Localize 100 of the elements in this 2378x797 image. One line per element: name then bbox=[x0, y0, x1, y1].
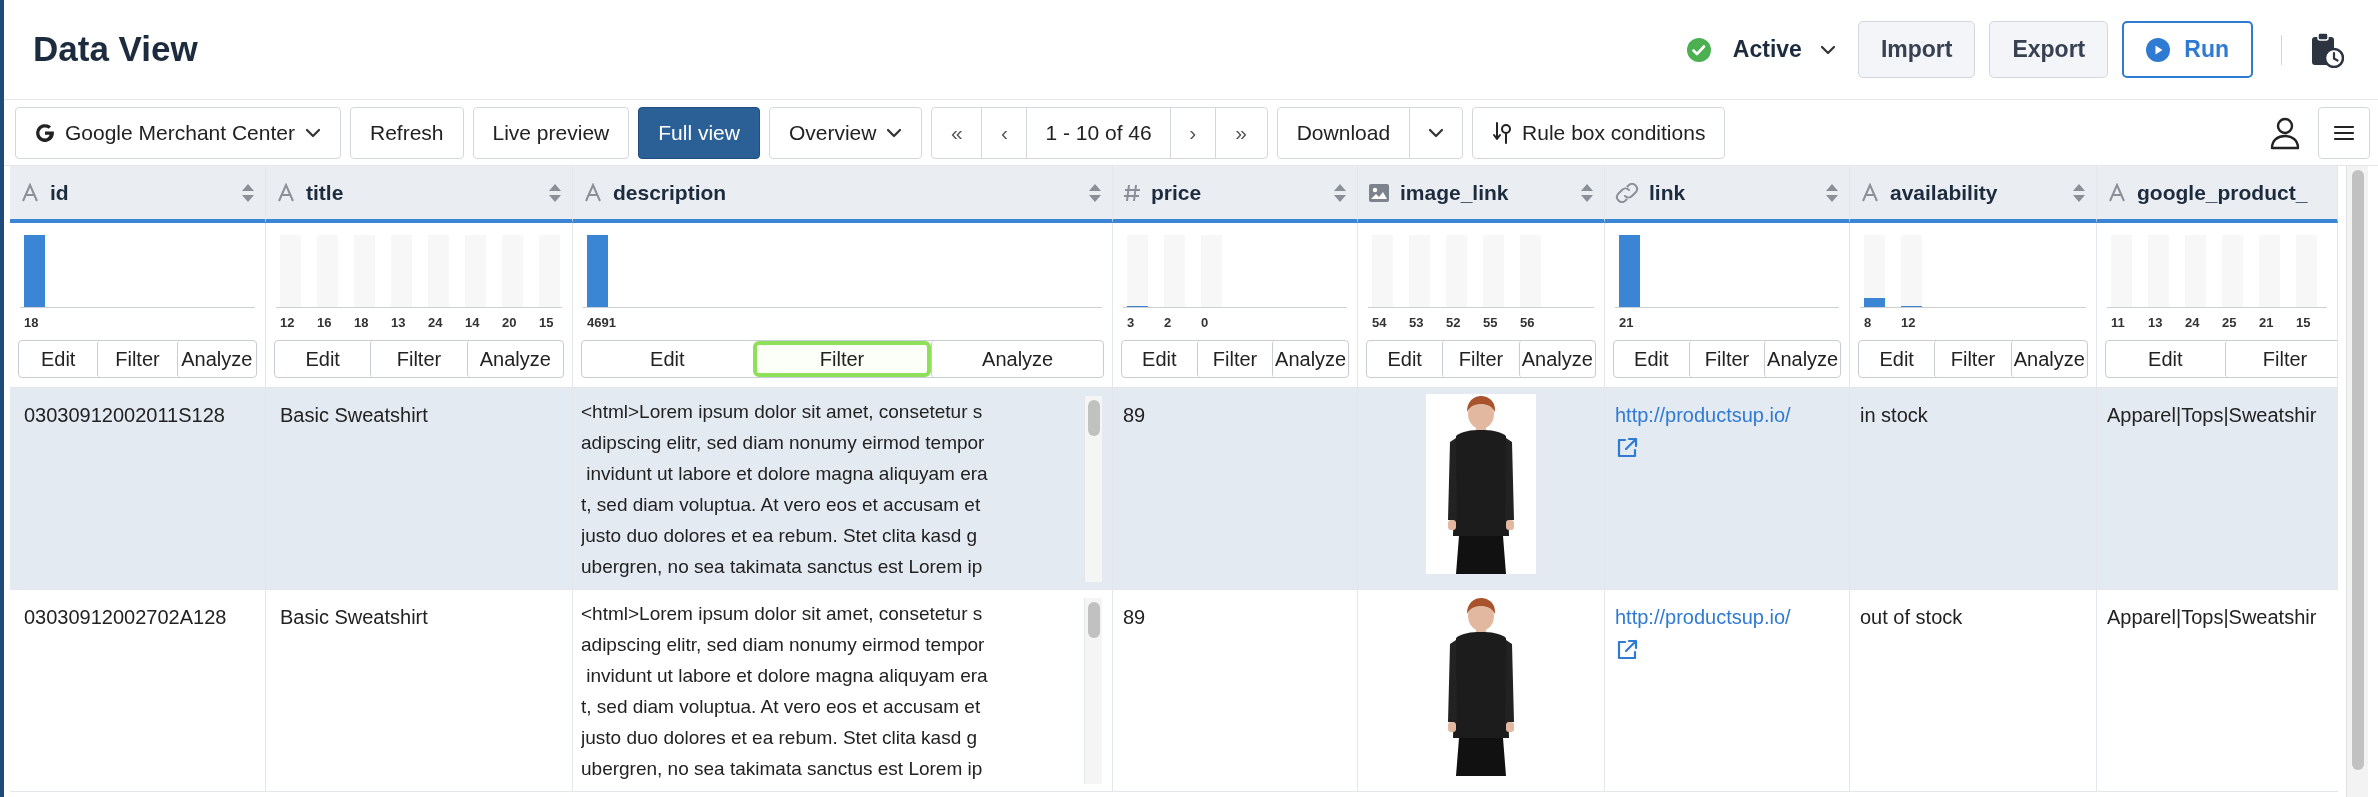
histogram-label: 11 bbox=[2111, 314, 2125, 331]
column-action-button[interactable]: Edit bbox=[1614, 341, 1689, 377]
view-mode-dropdown[interactable]: Overview bbox=[768, 106, 923, 159]
histogram-label: 14 bbox=[465, 314, 480, 331]
histogram-label: 2 bbox=[1164, 314, 1172, 331]
histogram-label: 24 bbox=[2185, 314, 2200, 331]
column-header[interactable]: description bbox=[613, 176, 727, 209]
caret-icon bbox=[886, 127, 903, 138]
histogram-label: 25 bbox=[2222, 314, 2237, 331]
rule-icon bbox=[1492, 120, 1513, 145]
table-cell: in stock bbox=[1860, 404, 1928, 426]
menu-button[interactable] bbox=[2318, 106, 2370, 159]
table-cell: Apparel|Tops|Sweatshir bbox=[2107, 404, 2317, 426]
column-action-button[interactable]: Analyze bbox=[176, 341, 256, 377]
histogram-label: 18 bbox=[24, 314, 39, 331]
histogram-label: 55 bbox=[1483, 314, 1498, 331]
column-action-button[interactable]: Filter bbox=[1934, 341, 2011, 377]
view-button[interactable]: Refresh bbox=[349, 106, 464, 159]
rule-conditions-button[interactable]: Rule box conditions bbox=[1472, 106, 1726, 159]
histogram-label: 18 bbox=[354, 314, 369, 331]
histogram-label: 13 bbox=[391, 314, 406, 331]
histogram-label: 12 bbox=[280, 314, 295, 331]
view-button[interactable]: Full view bbox=[638, 106, 760, 159]
column-action-button[interactable]: Filter bbox=[97, 341, 177, 377]
histogram-label: 16 bbox=[317, 314, 332, 331]
column-action-button[interactable]: Analyze bbox=[2010, 341, 2087, 377]
column-action-button[interactable]: Filter bbox=[752, 341, 932, 377]
histogram-label: 4691 bbox=[587, 314, 616, 331]
text-type-icon bbox=[1860, 182, 1880, 203]
column-header[interactable]: availability bbox=[1890, 176, 1998, 209]
header-button[interactable]: Import bbox=[1857, 21, 1976, 78]
column-action-button[interactable]: Edit bbox=[1122, 341, 1197, 377]
column-action-button[interactable]: Filter bbox=[370, 341, 467, 377]
histogram-label: 15 bbox=[539, 314, 554, 331]
column-action-button[interactable]: Filter bbox=[1196, 341, 1273, 377]
next-page-button[interactable]: › bbox=[1169, 107, 1215, 158]
column-action-button[interactable]: Edit bbox=[275, 341, 371, 377]
cell-scrollbar[interactable] bbox=[1084, 598, 1102, 784]
column-action-button[interactable]: Filter bbox=[2224, 341, 2337, 377]
hash-icon bbox=[1123, 182, 1141, 203]
text-type-icon bbox=[20, 182, 40, 203]
column-action-button[interactable]: Analyze bbox=[1272, 341, 1348, 377]
url-link[interactable]: http://productsup.io/ bbox=[1615, 602, 1839, 632]
text-type-icon bbox=[276, 182, 296, 203]
menu-icon bbox=[2333, 123, 2355, 142]
caret-icon bbox=[304, 127, 321, 138]
column-header[interactable]: google_product_ bbox=[2137, 176, 2308, 209]
scrollbar[interactable] bbox=[2346, 166, 2368, 797]
table-cell: 03030912002011S128 bbox=[24, 404, 225, 426]
column-header[interactable]: image_link bbox=[1400, 176, 1509, 209]
column-action-button[interactable]: Analyze bbox=[1764, 341, 1840, 377]
download-split-button[interactable]: Download bbox=[1276, 106, 1464, 159]
column-header[interactable]: title bbox=[306, 176, 344, 209]
page-title: Data View bbox=[33, 28, 198, 71]
url-link[interactable]: http://productsup.io/ bbox=[1615, 400, 1839, 430]
column-action-button[interactable]: Edit bbox=[1859, 341, 1935, 377]
table-cell: 03030912002702A128 bbox=[24, 606, 227, 628]
last-page-button[interactable]: » bbox=[1214, 107, 1267, 158]
text-type-icon bbox=[2107, 182, 2127, 203]
histogram-label: 3 bbox=[1127, 314, 1135, 331]
table-cell: Basic Sweatshirt bbox=[280, 404, 428, 426]
description-text: <html>Lorem ipsum dolor sit amet, consetetur s adipscing elitr, sed diam nonumy eirmod tempor invidunt ut labore et dolore magna aliquyam era t, sed diam voluptua. At vero eos et accusam et justo duo dolores et ea rebum. Stet clita kasd g ubergren, no sea takimata sanctus est Lorem ip bbox=[581, 400, 989, 579]
histogram-label: 12 bbox=[1901, 314, 1916, 331]
histogram-label: 21 bbox=[2259, 314, 2274, 331]
clipboard-clock-icon[interactable] bbox=[2310, 31, 2344, 68]
column-header[interactable]: price bbox=[1151, 176, 1202, 209]
google-g-icon bbox=[35, 122, 55, 143]
column-action-button[interactable]: Edit bbox=[1367, 341, 1443, 377]
column-action-button[interactable]: Analyze bbox=[1518, 341, 1595, 377]
user-icon[interactable] bbox=[2269, 115, 2301, 150]
status-dropdown[interactable]: Active bbox=[1732, 32, 1836, 67]
column-header[interactable]: id bbox=[50, 176, 69, 209]
view-button[interactable]: Live preview bbox=[472, 106, 630, 159]
table-cell: 89 bbox=[1123, 404, 1146, 426]
page-range: 1 - 10 of 46 bbox=[1026, 107, 1170, 158]
histogram-label: 24 bbox=[428, 314, 443, 331]
run-button[interactable]: Run bbox=[2122, 21, 2253, 78]
previous-page-button[interactable]: ‹ bbox=[981, 107, 1027, 158]
first-page-button[interactable]: « bbox=[932, 107, 982, 158]
table-cell: Apparel|Tops|Sweatshir bbox=[2107, 606, 2317, 628]
table-cell: Basic Sweatshirt bbox=[280, 606, 428, 628]
histogram-label: 52 bbox=[1446, 314, 1461, 331]
histogram-label: 8 bbox=[1864, 314, 1872, 331]
column-action-button[interactable]: Analyze bbox=[466, 341, 563, 377]
column-header[interactable]: link bbox=[1649, 176, 1686, 209]
external-link-icon[interactable] bbox=[1615, 638, 1639, 662]
column-action-button[interactable]: Analyze bbox=[931, 341, 1103, 377]
image-icon bbox=[1368, 182, 1390, 203]
cell-scrollbar[interactable] bbox=[1084, 396, 1102, 582]
source-dropdown[interactable]: Google Merchant Center bbox=[15, 106, 341, 159]
column-action-button[interactable]: Edit bbox=[2106, 341, 2225, 377]
column-action-button[interactable]: Edit bbox=[582, 341, 753, 377]
column-action-button[interactable]: Filter bbox=[1688, 341, 1765, 377]
column-action-button[interactable]: Edit bbox=[19, 341, 98, 377]
column-action-button[interactable]: Filter bbox=[1442, 341, 1519, 377]
header-button[interactable]: Export bbox=[1989, 21, 2109, 78]
external-link-icon[interactable] bbox=[1615, 436, 1639, 460]
check-circle-icon bbox=[1686, 37, 1711, 62]
histogram-label: 21 bbox=[1619, 314, 1634, 331]
play-icon bbox=[2146, 37, 2171, 62]
